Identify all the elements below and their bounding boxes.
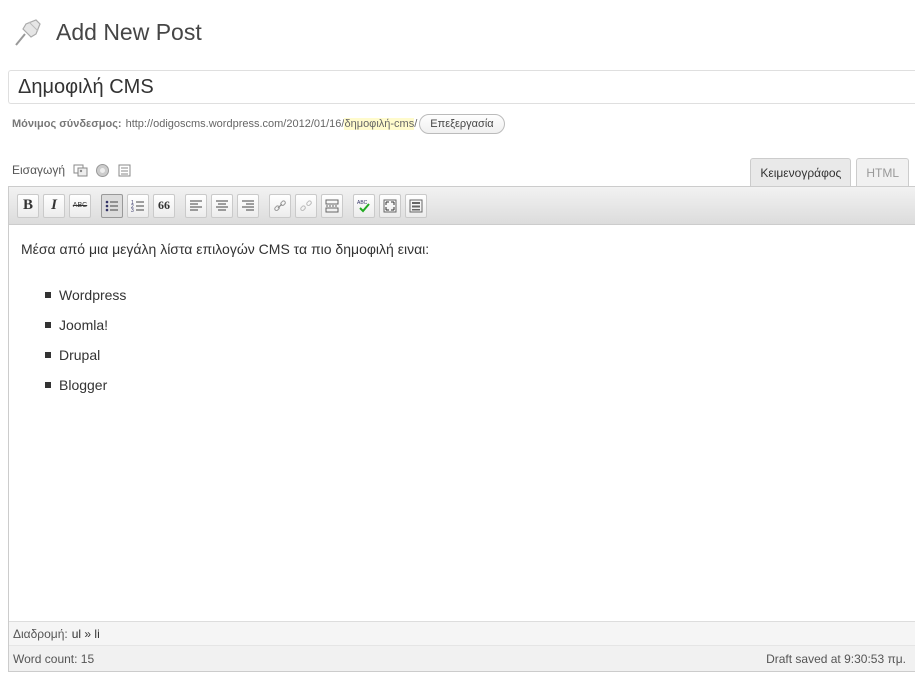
align-left-icon[interactable] bbox=[185, 193, 207, 218]
element-path-bar: Διαδρομή: ul » li bbox=[9, 621, 915, 645]
bold-glyph: B bbox=[22, 197, 33, 213]
media-upload-row: Εισαγωγή bbox=[12, 161, 139, 179]
edit-permalink-button[interactable]: Επεξεργασία bbox=[419, 114, 505, 134]
kitchen-sink-icon[interactable] bbox=[405, 193, 427, 218]
word-count: Word count: 15 bbox=[13, 651, 95, 666]
blockquote-icon[interactable]: 66 bbox=[153, 193, 175, 218]
fullscreen-icon[interactable] bbox=[379, 193, 401, 218]
list-item: Drupal bbox=[45, 345, 906, 365]
list-item: Joomla! bbox=[45, 315, 906, 335]
svg-text:3: 3 bbox=[131, 208, 134, 214]
tab-visual[interactable]: Κειμενογράφος bbox=[750, 158, 852, 186]
media-icon[interactable] bbox=[117, 163, 132, 178]
audio-icon[interactable] bbox=[95, 163, 110, 178]
bold-icon[interactable]: B bbox=[17, 193, 39, 218]
content-intro: Μέσα από μια μεγάλη λίστα επιλογών CMS τ… bbox=[21, 241, 430, 257]
strikethrough-glyph: ABC bbox=[72, 202, 88, 209]
align-right-icon[interactable] bbox=[237, 193, 259, 218]
content-list: Wordpress Joomla! Drupal Blogger bbox=[21, 285, 906, 395]
italic-glyph: I bbox=[51, 197, 57, 213]
permalink-slug[interactable]: δημοφιλή-cms bbox=[344, 118, 415, 130]
pushpin-icon bbox=[10, 14, 46, 50]
status-bar: Word count: 15 Draft saved at 9:30:53 πμ… bbox=[9, 645, 915, 671]
editor-tabs: Κειμενογράφος HTML bbox=[745, 158, 909, 186]
list-item: Wordpress bbox=[45, 285, 906, 305]
align-center-icon[interactable] bbox=[211, 193, 233, 218]
bullet-list-icon[interactable] bbox=[101, 193, 123, 218]
post-editor: B I ABC 123 66 ABC Μέσα από μια μεγάλη λ… bbox=[8, 186, 915, 672]
image-icon[interactable] bbox=[73, 163, 88, 178]
insert-media-label: Εισαγωγή bbox=[12, 163, 66, 177]
path-value[interactable]: ul » li bbox=[72, 627, 100, 641]
strikethrough-icon[interactable]: ABC bbox=[69, 193, 91, 218]
page-header: Add New Post bbox=[10, 14, 202, 50]
list-item: Blogger bbox=[45, 375, 906, 395]
permalink-row: Μόνιμος σύνδεσμος: http://odigoscms.word… bbox=[12, 113, 505, 135]
autosave-status: Draft saved at 9:30:53 πμ. bbox=[766, 651, 906, 666]
unlink-icon[interactable] bbox=[295, 193, 317, 218]
tab-html[interactable]: HTML bbox=[856, 158, 909, 186]
editor-content[interactable]: Μέσα από μια μεγάλη λίστα επιλογών CMS τ… bbox=[9, 225, 915, 419]
blockquote-glyph: 66 bbox=[158, 198, 170, 212]
link-icon[interactable] bbox=[269, 193, 291, 218]
permalink-label: Μόνιμος σύνδεσμος: bbox=[12, 118, 122, 130]
path-label: Διαδρομή: bbox=[13, 626, 68, 641]
editor-toolbar: B I ABC 123 66 ABC bbox=[9, 187, 915, 225]
permalink-url: http://odigoscms.wordpress.com/2012/01/1… bbox=[125, 118, 345, 130]
numbered-list-icon[interactable]: 123 bbox=[127, 193, 149, 218]
permalink-trailing-slash: / bbox=[414, 118, 418, 130]
more-tag-icon[interactable] bbox=[321, 193, 343, 218]
svg-text:ABC: ABC bbox=[357, 200, 368, 206]
spellcheck-icon[interactable]: ABC bbox=[353, 193, 375, 218]
page-title: Add New Post bbox=[56, 18, 202, 45]
post-title-input[interactable] bbox=[8, 70, 915, 104]
italic-icon[interactable]: I bbox=[43, 193, 65, 218]
